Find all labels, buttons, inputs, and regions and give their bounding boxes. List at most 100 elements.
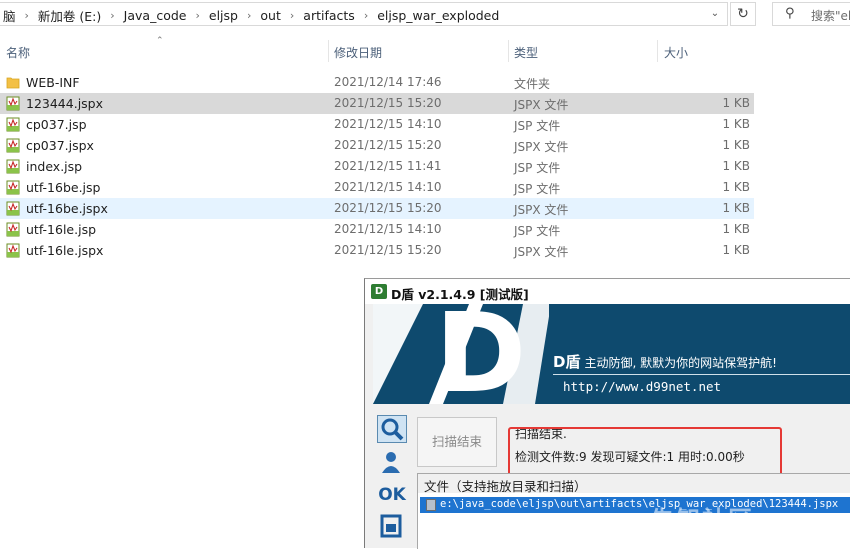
breadcrumb[interactable]: 脑 › 新加卷 (E:) › Java_code › eljsp › out › artifacts… — [0, 2, 728, 26]
jsp-file-icon — [6, 201, 20, 216]
chevron-right-icon[interactable]: › — [104, 9, 120, 22]
breadcrumb-item[interactable]: artifacts — [300, 8, 358, 23]
chevron-right-icon[interactable]: › — [19, 9, 35, 22]
dshield-slogan: D盾 主动防御, 默默为你的网站保驾护航! — [553, 351, 777, 372]
column-header-bar: ⌃ 名称 修改日期 类型 大小 — [0, 36, 850, 64]
dshield-logo-letter: D — [435, 304, 527, 404]
file-icon — [426, 499, 436, 511]
breadcrumb-item[interactable]: out — [257, 8, 283, 23]
dshield-url-link[interactable]: http://www.d99net.net — [563, 379, 721, 394]
chevron-right-icon[interactable]: › — [284, 9, 300, 22]
column-header-type[interactable]: 类型 — [514, 44, 538, 61]
file-type: JSPX 文件 — [514, 203, 569, 217]
dshield-banner: D D盾 主动防御, 默默为你的网站保驾护航! http://www.d99net… — [373, 304, 850, 404]
refresh-icon: ↻ — [737, 6, 749, 22]
file-size: 1 KB — [722, 96, 750, 110]
list-item[interactable]: e:\java_code\eljsp\out\artifacts\eljsp_w… — [420, 497, 850, 513]
watermark-text: 先知社区 — [650, 506, 754, 534]
search-icon: ⚲ — [785, 6, 795, 21]
table-row[interactable]: utf-16be.jspx 2021/12/15 15:20 JSPX 文件 1 KB — [0, 198, 754, 219]
table-row[interactable]: cp037.jsp 2021/12/15 14:10 JSP 文件 1 KB — [0, 114, 754, 135]
file-size: 1 KB — [722, 243, 750, 257]
file-modified-date: 2021/12/15 14:10 — [334, 222, 442, 236]
file-modified-date: 2021/12/15 14:10 — [334, 117, 442, 131]
file-name: cp037.jsp — [26, 117, 87, 132]
table-row[interactable]: utf-16le.jspx 2021/12/15 15:20 JSPX 文件 1 KB — [0, 240, 754, 261]
file-name: utf-16le.jsp — [26, 222, 97, 237]
column-header-date[interactable]: 修改日期 — [334, 44, 382, 61]
ok-tool-button[interactable]: OK — [377, 481, 407, 509]
window-tool-button[interactable] — [377, 513, 407, 541]
dshield-logo-icon: D — [371, 284, 387, 299]
file-type: JSP 文件 — [514, 224, 561, 238]
chevron-down-icon[interactable]: ⌄ — [707, 6, 723, 22]
file-name: 123444.jspx — [26, 96, 104, 111]
file-size: 1 KB — [722, 201, 750, 215]
file-name: utf-16le.jspx — [26, 243, 104, 258]
file-modified-date: 2021/12/15 15:20 — [334, 243, 442, 257]
dshield-banner-slogan: 主动防御, 默默为你的网站保驾护航! — [584, 356, 777, 370]
dshield-banner-brand: D盾 — [553, 353, 581, 371]
file-type: JSPX 文件 — [514, 245, 569, 259]
address-bar: 脑 › 新加卷 (E:) › Java_code › eljsp › out › artifacts… — [0, 0, 850, 28]
search-placeholder: 搜索"el — [811, 9, 850, 23]
table-row[interactable]: 123444.jspx 2021/12/15 15:20 JSPX 文件 1 KB — [0, 93, 754, 114]
column-divider[interactable] — [508, 40, 509, 62]
breadcrumb-item[interactable]: 脑 — [0, 6, 19, 25]
file-size: 1 KB — [722, 222, 750, 236]
breadcrumb-item[interactable]: 新加卷 (E:) — [35, 6, 104, 25]
column-divider[interactable] — [328, 40, 329, 62]
file-type: JSPX 文件 — [514, 98, 569, 112]
jsp-file-icon — [6, 180, 20, 195]
dshield-title: D盾 v2.1.4.9 [测试版] — [391, 287, 529, 302]
table-row[interactable]: utf-16be.jsp 2021/12/15 14:10 JSP 文件 1 KB — [0, 177, 754, 198]
scan-tool-button[interactable] — [377, 415, 407, 443]
jsp-file-icon — [6, 117, 20, 132]
search-input[interactable]: ⚲ 搜索"el — [772, 2, 850, 26]
dshield-titlebar[interactable]: D D盾 v2.1.4.9 [测试版] — [365, 279, 850, 304]
file-list-header[interactable]: 文件（支持拖放目录和扫描） — [417, 473, 850, 494]
breadcrumb-item[interactable]: Java_code — [121, 8, 190, 23]
file-modified-date: 2021/12/15 14:10 — [334, 180, 442, 194]
file-type: 文件夹 — [514, 77, 551, 91]
suspicious-file-list: e:\java_code\eljsp\out\artifacts\eljsp_w… — [417, 493, 850, 549]
dshield-window: D D盾 v2.1.4.9 [测试版] D D盾 主动防御, 默默为你的网站保驾护… — [364, 278, 850, 549]
file-type: JSP 文件 — [514, 119, 561, 133]
file-name: cp037.jspx — [26, 138, 94, 153]
file-name: WEB-INF — [26, 75, 80, 90]
file-type: JSP 文件 — [514, 161, 561, 175]
file-type: JSPX 文件 — [514, 140, 569, 154]
sort-caret-icon: ⌃ — [156, 36, 164, 46]
breadcrumb-item[interactable]: eljsp — [206, 8, 241, 23]
file-name: utf-16be.jsp — [26, 180, 101, 195]
file-modified-date: 2021/12/15 15:20 — [334, 96, 442, 110]
breadcrumb-item[interactable]: eljsp_war_exploded — [374, 8, 502, 23]
annotation-highlight-box — [508, 427, 782, 476]
window-icon — [380, 514, 402, 538]
user-tool-button[interactable] — [377, 449, 407, 477]
column-divider[interactable] — [657, 40, 658, 62]
file-name: index.jsp — [26, 159, 83, 174]
folder-icon — [6, 75, 20, 90]
file-modified-date: 2021/12/15 11:41 — [334, 159, 442, 173]
refresh-button[interactable]: ↻ — [730, 2, 756, 26]
jsp-file-icon — [6, 96, 20, 111]
table-row[interactable]: index.jsp 2021/12/15 11:41 JSP 文件 1 KB — [0, 156, 754, 177]
file-name: utf-16be.jspx — [26, 201, 108, 216]
column-header-size[interactable]: 大小 — [664, 44, 688, 61]
table-row[interactable]: utf-16le.jsp 2021/12/15 14:10 JSP 文件 1 KB — [0, 219, 754, 240]
file-size: 1 KB — [722, 180, 750, 194]
table-row[interactable]: WEB-INF 2021/12/14 17:46 文件夹 — [0, 72, 754, 93]
file-size: 1 KB — [722, 117, 750, 131]
file-size: 1 KB — [722, 159, 750, 173]
chevron-right-icon[interactable]: › — [241, 9, 257, 22]
scan-button[interactable]: 扫描结束 — [417, 417, 497, 467]
jsp-file-icon — [6, 159, 20, 174]
chevron-right-icon[interactable]: › — [189, 9, 205, 22]
magnifier-icon — [381, 418, 404, 441]
column-header-name[interactable]: 名称 — [6, 44, 30, 61]
table-row[interactable]: cp037.jspx 2021/12/15 15:20 JSPX 文件 1 KB — [0, 135, 754, 156]
file-size: 1 KB — [722, 138, 750, 152]
chevron-right-icon[interactable]: › — [358, 9, 374, 22]
jsp-file-icon — [6, 243, 20, 258]
